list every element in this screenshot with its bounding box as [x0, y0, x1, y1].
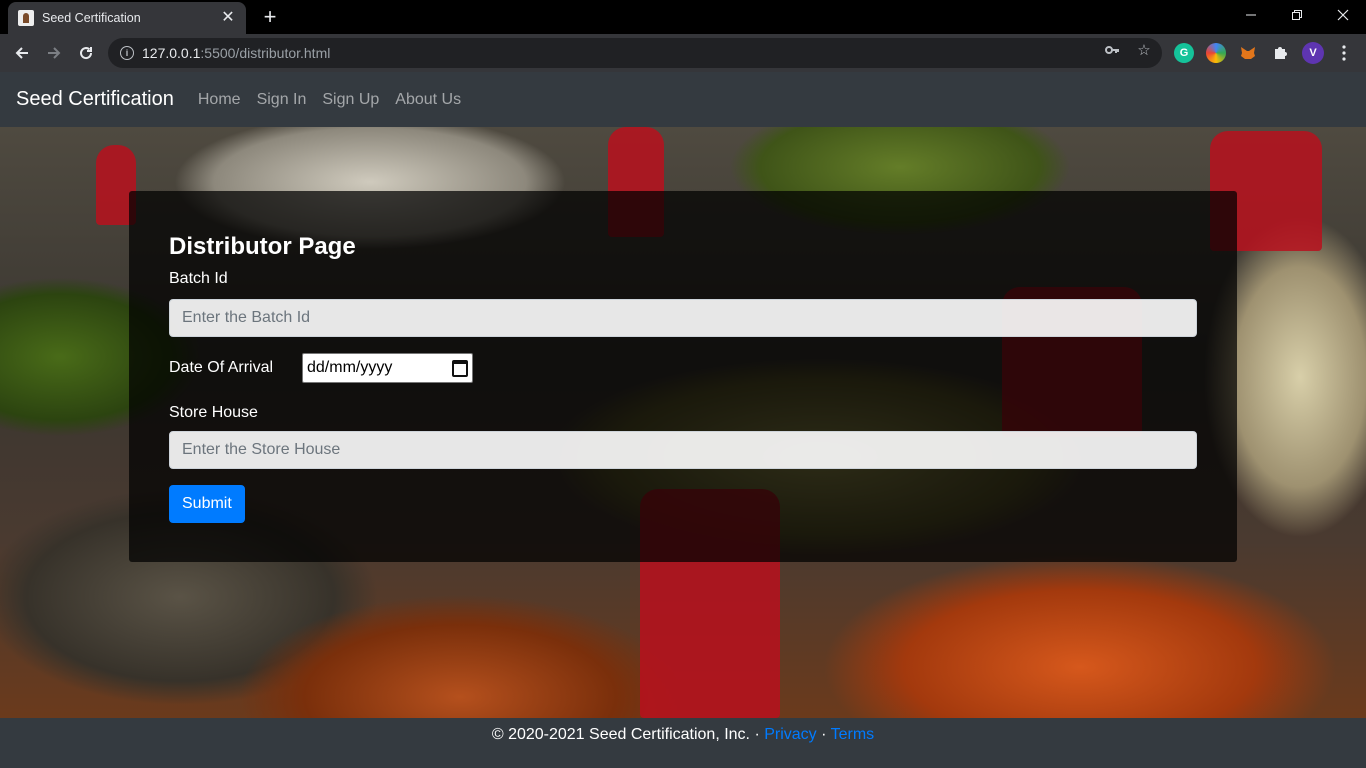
browser-toolbar: i 127.0.0.1:5500/distributor.html ☆ G V [0, 34, 1366, 72]
nav-link-sign-in[interactable]: Sign In [249, 91, 315, 109]
menu-icon[interactable] [1335, 44, 1353, 62]
footer-terms-link[interactable]: Terms [831, 726, 875, 743]
new-tab-button[interactable]: + [258, 6, 282, 28]
site-favicon-icon [18, 10, 34, 26]
restore-window-button[interactable] [1274, 0, 1320, 30]
url-host: 127.0.0.1 [142, 45, 201, 61]
store-house-input[interactable] [169, 431, 1197, 469]
distributor-form-card: Distributor Page Batch Id Date Of Arriva… [129, 191, 1237, 562]
close-window-button[interactable] [1320, 0, 1366, 30]
profile-icon[interactable]: V [1302, 42, 1324, 64]
site-footer: © 2020-2021 Seed Certification, Inc. · P… [0, 718, 1366, 768]
extension-icon[interactable] [1206, 43, 1226, 63]
submit-button[interactable]: Submit [169, 485, 245, 523]
batch-id-input[interactable] [169, 299, 1197, 337]
date-of-arrival-input[interactable]: dd/mm/yyyy [302, 353, 473, 383]
batch-id-label: Batch Id [169, 270, 228, 287]
date-of-arrival-label: Date Of Arrival [169, 359, 274, 376]
metamask-icon[interactable] [1238, 43, 1258, 63]
nav-link-home[interactable]: Home [190, 91, 249, 109]
grammarly-icon[interactable]: G [1174, 43, 1194, 63]
tab-title: Seed Certification [42, 11, 141, 25]
page-title: Distributor Page [169, 233, 356, 260]
footer-separator: · [816, 726, 831, 743]
url-path: :5500/distributor.html [200, 45, 331, 61]
reload-icon[interactable] [74, 41, 98, 65]
nav-link-sign-up[interactable]: Sign Up [314, 91, 387, 109]
key-icon[interactable] [1103, 41, 1121, 59]
web-page: Seed Certification Home Sign In Sign Up … [0, 72, 1366, 768]
puzzle-icon[interactable] [1270, 43, 1290, 63]
footer-copyright: © 2020-2021 Seed Certification, Inc. · [491, 726, 765, 743]
site-brand[interactable]: Seed Certification [16, 88, 174, 111]
site-info-icon[interactable]: i [120, 46, 134, 60]
nav-link-about-us[interactable]: About Us [387, 91, 469, 109]
store-house-label: Store House [169, 404, 258, 421]
browser-tab[interactable]: Seed Certification ✕ [8, 2, 246, 34]
site-navbar: Seed Certification Home Sign In Sign Up … [0, 72, 1366, 127]
footer-privacy-link[interactable]: Privacy [764, 726, 816, 743]
forward-icon[interactable] [42, 41, 66, 65]
minimize-window-button[interactable] [1228, 0, 1274, 30]
seed-market-background: Distributor Page Batch Id Date Of Arriva… [0, 127, 1366, 718]
back-icon[interactable] [10, 41, 34, 65]
bookmark-star-icon[interactable]: ☆ [1135, 41, 1153, 59]
address-bar[interactable]: i 127.0.0.1:5500/distributor.html [108, 38, 1162, 68]
calendar-icon[interactable] [452, 359, 468, 377]
date-of-arrival-row: Date Of Arrival dd/mm/yyyy [169, 353, 1197, 383]
date-value: dd/mm/yyyy [307, 359, 393, 376]
tab-close-icon[interactable]: ✕ [220, 10, 236, 26]
browser-tab-strip: Seed Certification ✕ + [0, 0, 1366, 34]
